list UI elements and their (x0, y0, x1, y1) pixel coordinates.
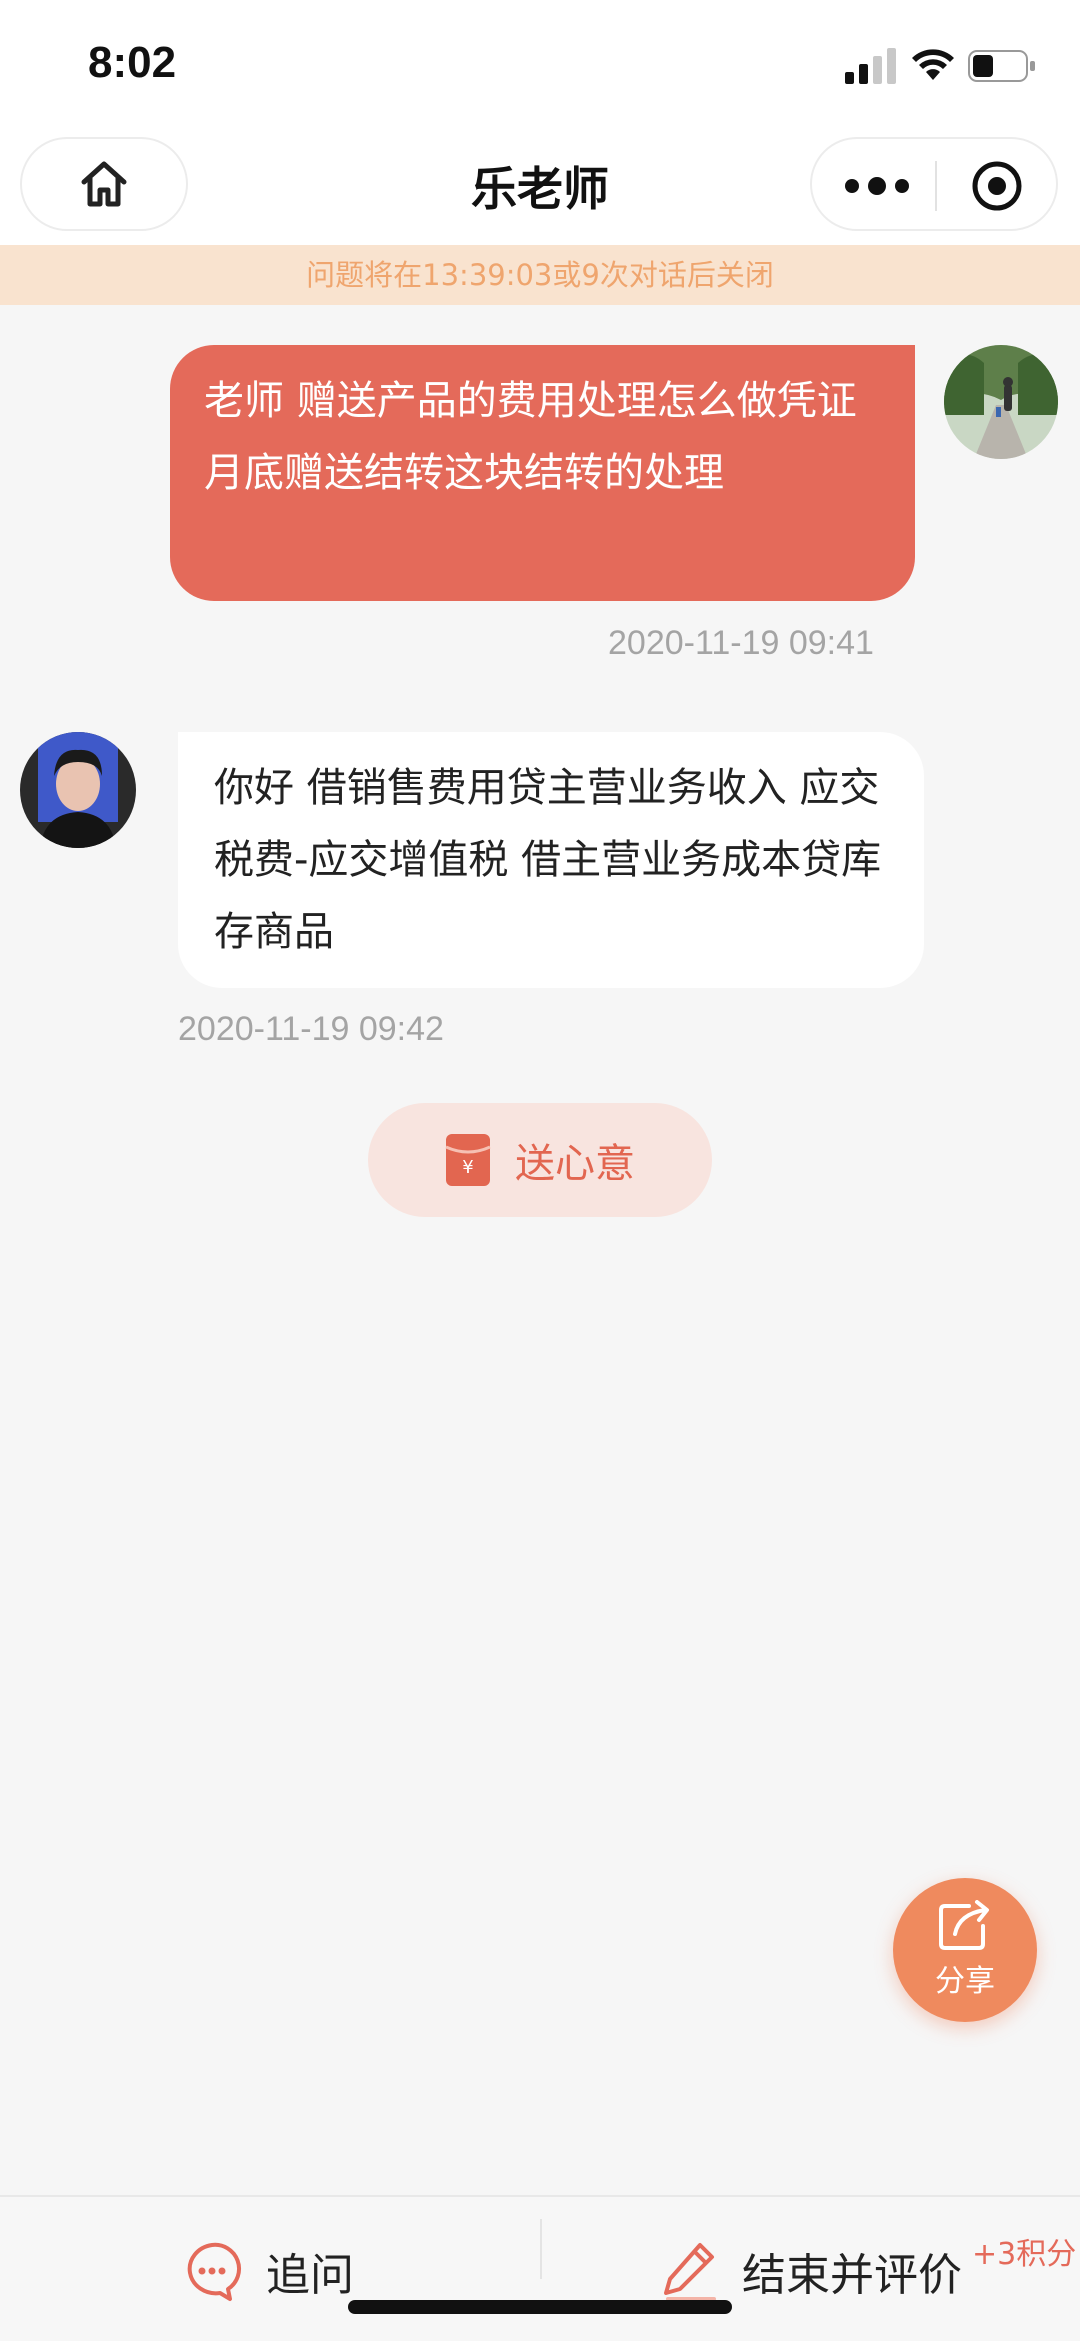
status-bar: 8:02 (0, 0, 1080, 135)
send-gift-button[interactable]: ¥ 送心意 (368, 1103, 712, 1217)
end-and-rate-label: 结束并评价 (742, 2250, 962, 2301)
battery-icon (968, 50, 1035, 82)
cellular-signal-icon (845, 48, 896, 84)
user-message-timestamp: 2020-11-19 09:41 (608, 624, 874, 662)
points-reward-badge: +3积分 (972, 2237, 1077, 2272)
share-label: 分享 (935, 1964, 995, 1999)
send-gift-label: 送心意 (515, 1141, 635, 1187)
user-avatar[interactable] (944, 345, 1058, 459)
mini-program-capsule (810, 137, 1058, 231)
follow-up-button[interactable]: 追问 (180, 2239, 354, 2303)
home-indicator (348, 2300, 732, 2314)
red-envelope-icon: ¥ (445, 1134, 491, 1186)
bottom-action-bar: 追问 结束并评价 +3积分 (0, 2195, 1080, 2341)
end-and-rate-button[interactable]: 结束并评价 (660, 2239, 962, 2303)
navigation-bar: 乐老师 (0, 135, 1080, 245)
close-miniprogram-icon[interactable] (970, 159, 1024, 213)
close-notice-banner: 问题将在13:39:03或9次对话后关闭 (0, 245, 1080, 305)
chat-bubble-icon (187, 2242, 242, 2301)
follow-up-label: 追问 (266, 2250, 354, 2301)
capsule-divider (935, 161, 937, 211)
status-time: 8:02 (88, 38, 177, 87)
bottom-bar-divider (540, 2219, 542, 2279)
more-icon[interactable] (842, 161, 912, 211)
teacher-message-bubble: 你好 借销售费用贷主营业务收入 应交税费-应交增值税 借主营业务成本贷库存商品 (178, 732, 924, 988)
pencil-icon (664, 2243, 716, 2301)
user-message-bubble: 老师 赠送产品的费用处理怎么做凭证 月底赠送结转这块结转的处理 (170, 345, 915, 601)
share-button[interactable]: 分享 (893, 1878, 1037, 2022)
teacher-avatar[interactable] (20, 732, 136, 848)
teacher-message-timestamp: 2020-11-19 09:42 (178, 1010, 444, 1048)
wifi-icon (912, 49, 954, 80)
svg-text:¥: ¥ (462, 1157, 473, 1178)
share-icon (939, 1900, 989, 1950)
